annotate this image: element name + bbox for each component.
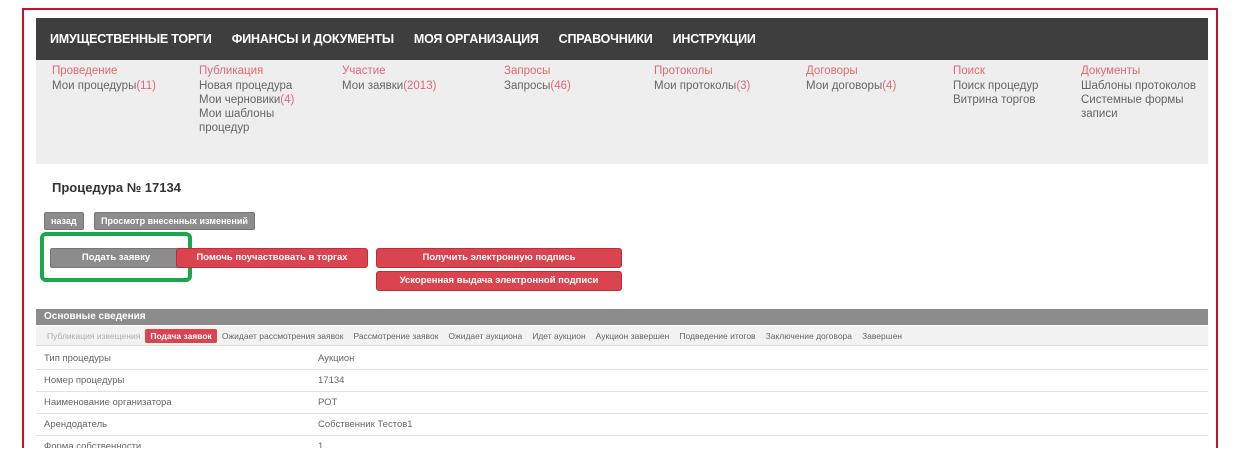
- menu-link-my-applications[interactable]: Мои заявки(2013): [342, 79, 482, 93]
- nav-property-auctions[interactable]: ИМУЩЕСТВЕННЫЕ ТОРГИ: [36, 32, 222, 46]
- menu-link-my-templates[interactable]: Мои шаблоны процедур: [199, 107, 299, 135]
- menu-link-count: (2013): [403, 80, 437, 92]
- status-timeline: Публикация извещения Подача заявок Ожида…: [36, 326, 1208, 346]
- status-step: Заключение договора: [765, 330, 853, 341]
- menu-link-label: Мои протоколы: [654, 80, 737, 92]
- menu-link-my-contracts[interactable]: Мои договоры(4): [806, 79, 946, 93]
- menu-link-label: Мои заявки: [342, 80, 404, 92]
- menu-link-label: Мои процедуры: [52, 80, 137, 92]
- table-row: Арендодатель Собственник Тестов1: [36, 413, 1208, 436]
- status-step: Завершен: [862, 330, 902, 341]
- info-table: Тип процедуры Аукцион Номер процедуры 17…: [36, 348, 1208, 448]
- menu-column-dokumenty: Документы Шаблоны протоколов Системные ф…: [1081, 64, 1206, 121]
- row-value: РОТ: [310, 391, 1208, 414]
- menu-heading: Участие: [342, 65, 386, 77]
- dropdown-menu-panel: Проведение Мои процедуры(11) Публикация …: [36, 60, 1208, 164]
- menu-link-label: Новая процедура: [199, 80, 293, 92]
- status-step: Идет аукцион: [532, 330, 586, 341]
- page-frame: ИМУЩЕСТВЕННЫЕ ТОРГИ ФИНАНСЫ И ДОКУМЕНТЫ …: [22, 8, 1218, 448]
- menu-link-auction-showcase[interactable]: Витрина торгов: [953, 93, 1073, 107]
- menu-link-label: Запросы: [504, 80, 551, 92]
- menu-link-system-forms[interactable]: Системные формы записи: [1081, 93, 1196, 121]
- status-step-active: Подача заявок: [145, 328, 217, 343]
- express-signature-button[interactable]: Ускоренная выдача электронной подписи: [376, 271, 622, 291]
- status-step: Публикация извещения: [47, 330, 141, 341]
- menu-link-count: (3): [736, 80, 751, 92]
- menu-heading: Публикация: [199, 65, 264, 77]
- row-label: Номер процедуры: [36, 369, 310, 392]
- table-row: Форма собственности 1: [36, 435, 1208, 448]
- menu-link-count: (11): [136, 80, 156, 92]
- menu-link-count: (4): [882, 80, 897, 92]
- row-label: Тип процедуры: [36, 348, 310, 370]
- table-row: Номер процедуры 17134: [36, 369, 1208, 392]
- status-step: Рассмотрение заявок: [353, 330, 439, 341]
- menu-column-provedenie: Проведение Мои процедуры(11): [52, 64, 192, 93]
- menu-heading: Договоры: [806, 65, 858, 77]
- get-signature-button[interactable]: Получить электронную подпись: [376, 248, 622, 268]
- menu-link-label: Мои черновики: [199, 94, 281, 106]
- menu-link-requests[interactable]: Запросы(46): [504, 79, 644, 93]
- menu-heading: Протоколы: [654, 65, 713, 77]
- status-step: Подведение итогов: [679, 330, 756, 341]
- nav-finance-documents[interactable]: ФИНАНСЫ И ДОКУМЕНТЫ: [222, 32, 404, 46]
- menu-column-dogovory: Договоры Мои договоры(4): [806, 64, 946, 93]
- menu-link-protocol-templates[interactable]: Шаблоны протоколов: [1081, 79, 1206, 93]
- menu-link-my-protocols[interactable]: Мои протоколы(3): [654, 79, 794, 93]
- menu-link-count: (46): [550, 80, 571, 92]
- submit-application-button[interactable]: Подать заявку: [50, 248, 182, 268]
- menu-column-protokoly: Протоколы Мои протоколы(3): [654, 64, 794, 93]
- status-step: Аукцион завершен: [595, 330, 670, 341]
- page-title: Процедура № 17134: [52, 180, 181, 195]
- view-changes-button[interactable]: Просмотр внесенных изменений: [94, 212, 255, 230]
- section-header: Основные сведения: [36, 309, 1208, 325]
- menu-column-poisk: Поиск Поиск процедур Витрина торгов: [953, 64, 1073, 107]
- help-participate-button[interactable]: Помочь поучаствовать в торгах: [176, 248, 368, 268]
- table-row: Тип процедуры Аукцион: [36, 348, 1208, 370]
- row-value: 1: [310, 435, 1208, 448]
- status-step: Ожидает аукциона: [448, 330, 523, 341]
- menu-link-search-procedures[interactable]: Поиск процедур: [953, 79, 1073, 93]
- menu-heading: Поиск: [953, 65, 985, 77]
- nav-my-organization[interactable]: МОЯ ОРГАНИЗАЦИЯ: [404, 32, 549, 46]
- menu-link-new-procedure[interactable]: Новая процедура: [199, 79, 309, 93]
- menu-heading: Документы: [1081, 65, 1141, 77]
- menu-column-zaprosy: Запросы Запросы(46): [504, 64, 644, 93]
- table-row: Наименование организатора РОТ: [36, 391, 1208, 414]
- menu-link-count: (4): [280, 94, 295, 106]
- menu-heading: Запросы: [504, 65, 551, 77]
- menu-link-label: Мои договоры: [806, 80, 883, 92]
- top-navigation: ИМУЩЕСТВЕННЫЕ ТОРГИ ФИНАНСЫ И ДОКУМЕНТЫ …: [36, 18, 1208, 60]
- back-button[interactable]: назад: [44, 212, 84, 230]
- status-step: Ожидает рассмотрения заявок: [221, 330, 344, 341]
- row-value: 17134: [310, 369, 1208, 392]
- row-label: Наименование организатора: [36, 391, 310, 414]
- nav-reference-books[interactable]: СПРАВОЧНИКИ: [549, 32, 663, 46]
- row-value: Собственник Тестов1: [310, 413, 1208, 436]
- nav-instructions[interactable]: ИНСТРУКЦИИ: [663, 32, 766, 46]
- row-label: Арендодатель: [36, 413, 310, 436]
- menu-heading: Проведение: [52, 65, 118, 77]
- menu-link-my-drafts[interactable]: Мои черновики(4): [199, 93, 309, 107]
- row-value: Аукцион: [310, 348, 1208, 370]
- menu-link-my-procedures[interactable]: Мои процедуры(11): [52, 79, 192, 93]
- menu-column-publikacia: Публикация Новая процедура Мои черновики…: [199, 64, 309, 135]
- menu-column-uchastie: Участие Мои заявки(2013): [342, 64, 482, 93]
- row-label: Форма собственности: [36, 435, 310, 448]
